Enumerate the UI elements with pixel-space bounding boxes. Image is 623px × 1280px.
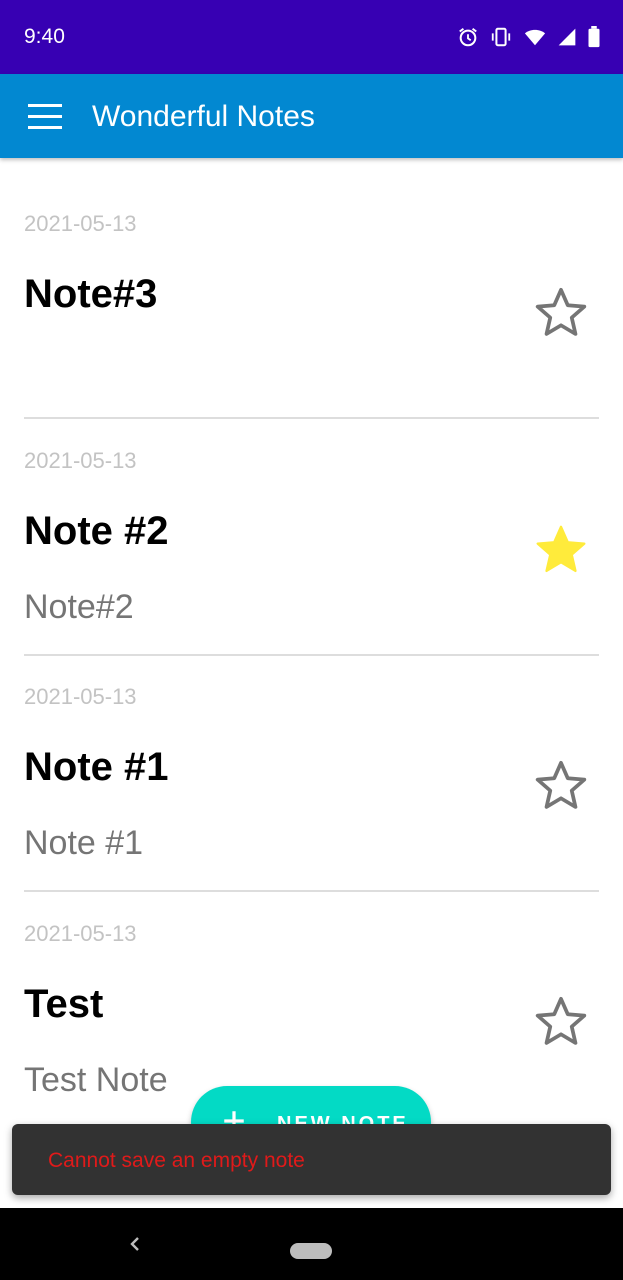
signal-icon [558, 28, 576, 46]
snackbar: Cannot save an empty note [12, 1124, 611, 1195]
note-item[interactable]: 2021-05-13 Note#3 [24, 158, 599, 419]
note-list[interactable]: 2021-05-13 Note#3 2021-05-13 Note #2 Not… [0, 158, 623, 1208]
status-bar: 9:40 [0, 0, 623, 74]
menu-icon [28, 104, 62, 107]
menu-icon-bar [28, 126, 62, 129]
status-icons [457, 25, 601, 49]
system-nav-bar [0, 1208, 623, 1280]
app-bar: Wonderful Notes [0, 74, 623, 158]
snackbar-message: Cannot save an empty note [48, 1149, 305, 1172]
note-body: Test Note [24, 1061, 168, 1099]
note-body: Note#2 [24, 588, 134, 626]
status-time: 9:40 [24, 25, 65, 48]
star-filled-icon[interactable] [533, 521, 589, 577]
note-title: Test [24, 982, 104, 1026]
note-date: 2021-05-13 [24, 921, 137, 946]
vibrate-icon [491, 27, 511, 47]
note-item[interactable]: 2021-05-13 Note #2 Note#2 [24, 419, 599, 656]
star-outline-icon[interactable] [533, 757, 589, 813]
star-outline-icon[interactable] [533, 993, 589, 1049]
note-item[interactable]: 2021-05-13 Note #1 Note #1 [24, 656, 599, 892]
note-date: 2021-05-13 [24, 211, 137, 236]
note-title: Note#3 [24, 272, 158, 316]
note-title: Note #1 [24, 745, 169, 789]
app-title: Wonderful Notes [92, 100, 315, 133]
back-chevron-icon[interactable] [124, 1232, 148, 1256]
note-date: 2021-05-13 [24, 448, 137, 473]
note-title: Note #2 [24, 509, 169, 553]
star-outline-icon[interactable] [533, 284, 589, 340]
battery-icon [588, 26, 600, 48]
alarm-icon [459, 27, 477, 47]
note-body: Note #1 [24, 824, 144, 862]
menu-button[interactable] [20, 96, 70, 138]
menu-icon-bar [28, 115, 62, 118]
wifi-icon [524, 29, 546, 46]
note-date: 2021-05-13 [24, 684, 137, 709]
home-pill-icon[interactable] [290, 1243, 332, 1259]
